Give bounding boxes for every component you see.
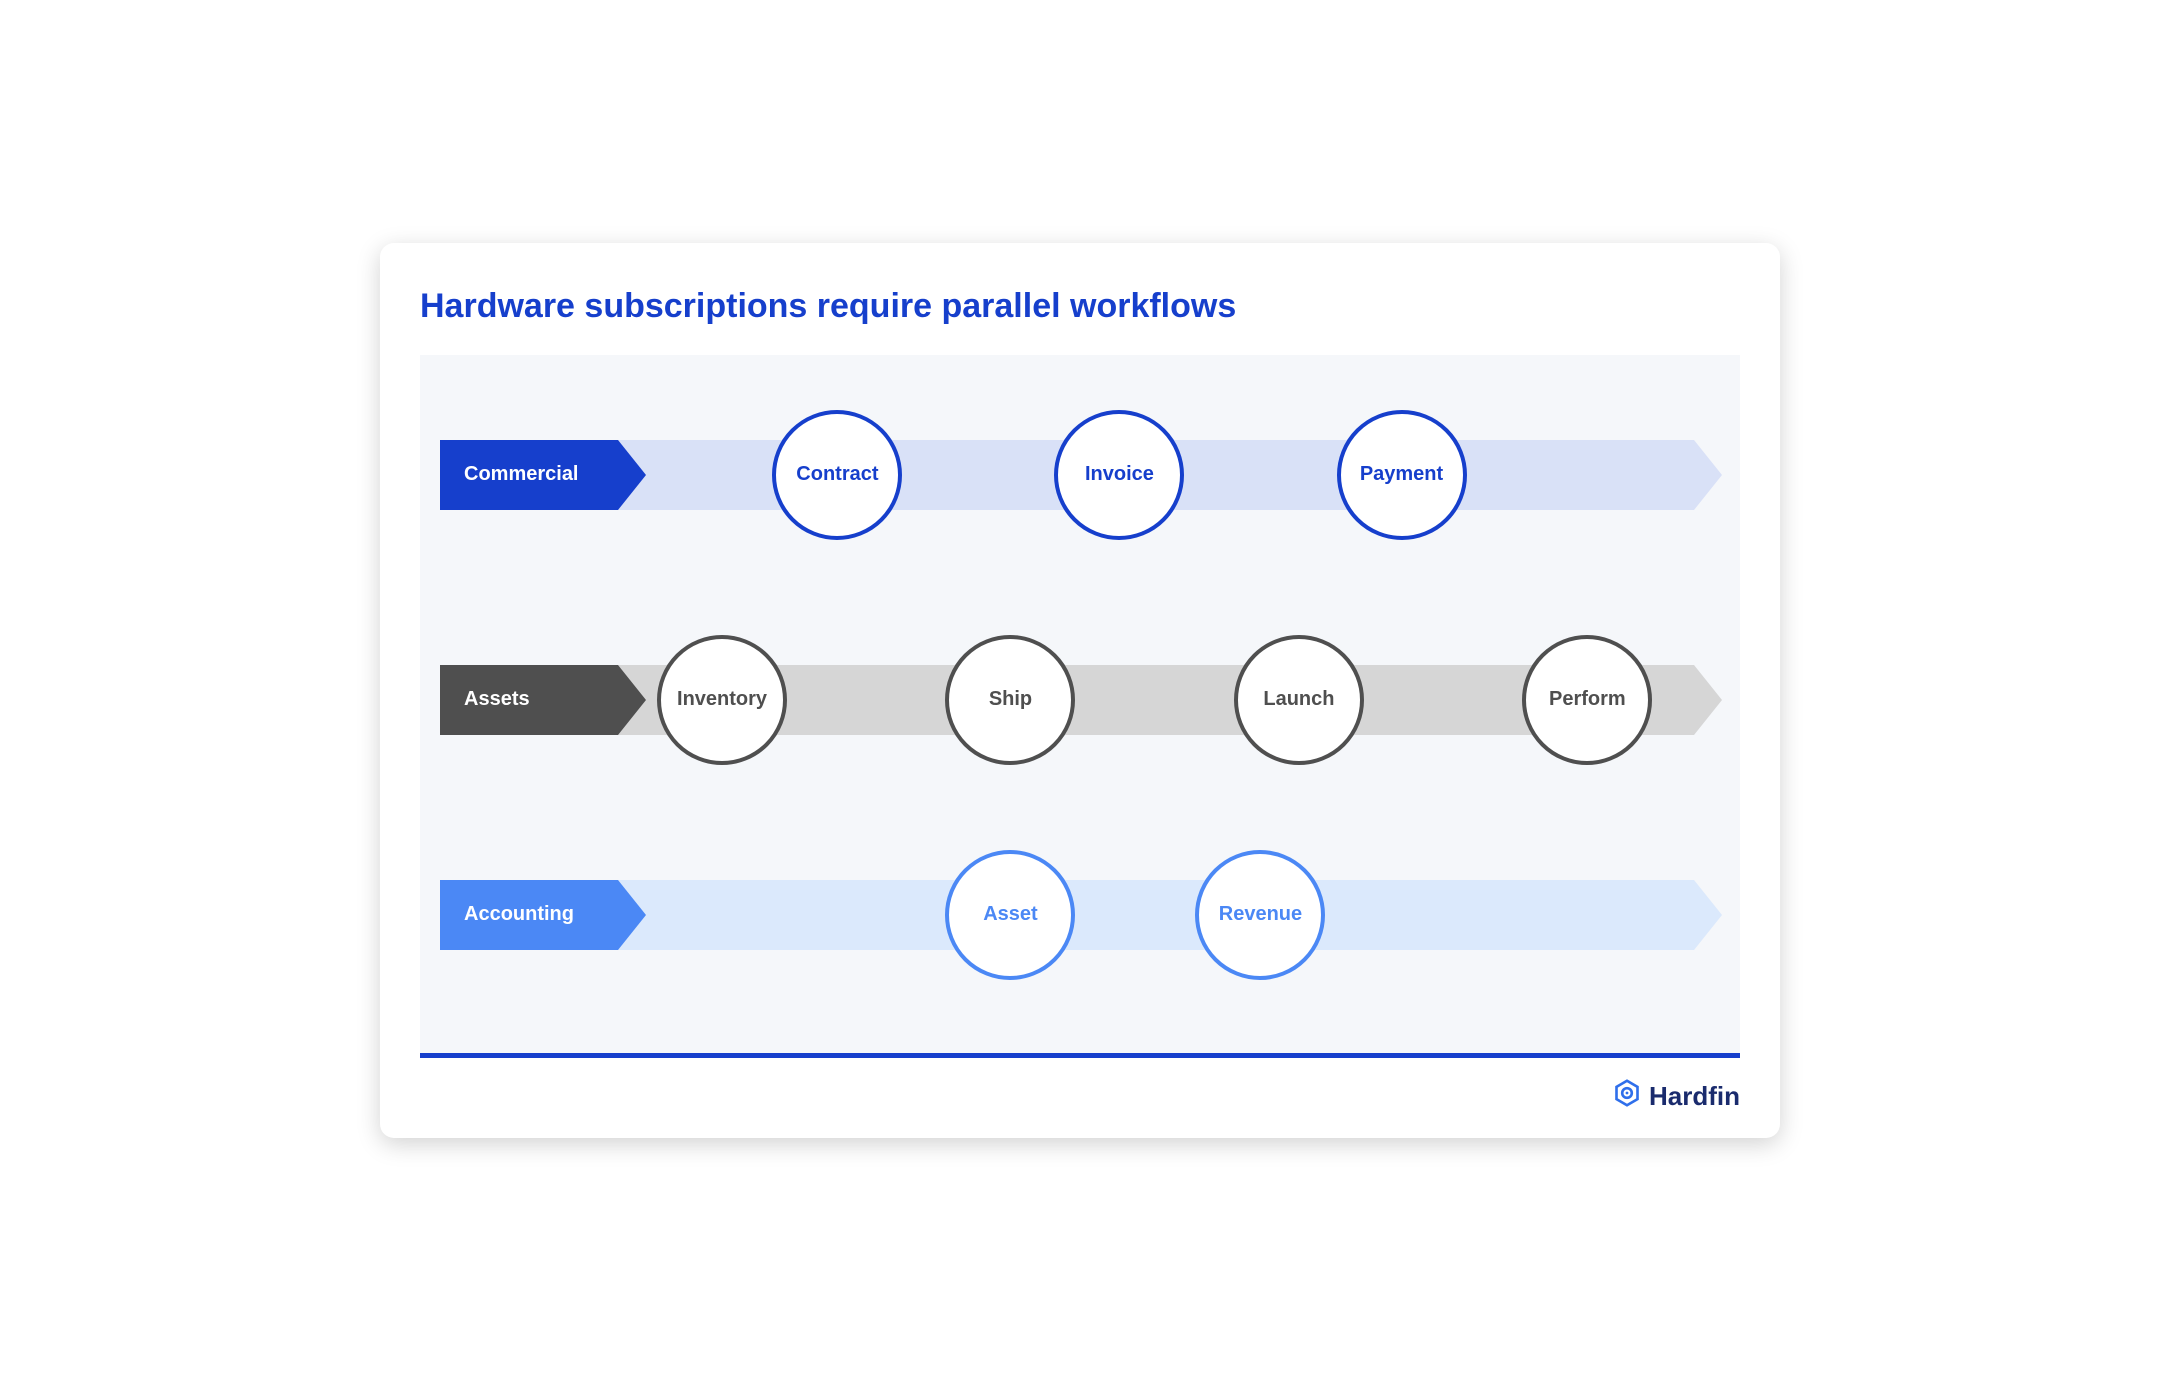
lane-accounting: Accounting Asset Revenue [440,880,1722,950]
lane-assets: Assets Inventory Ship Launch Perform [440,665,1722,735]
lane-label-text: Accounting [464,903,574,926]
diagram-panel: Commercial Contract Invoice Payment Asse… [420,355,1740,1058]
node-text: Asset [983,903,1037,926]
node-launch: Launch [1234,635,1364,765]
node-invoice: Invoice [1054,410,1184,540]
diagram-title: Hardware subscriptions require parallel … [420,287,1236,326]
node-payment: Payment [1337,410,1467,540]
lane-label-text: Assets [464,688,530,711]
node-text: Payment [1360,463,1443,486]
node-asset: Asset [945,850,1075,980]
lane-commercial: Commercial Contract Invoice Payment [440,440,1722,510]
node-text: Contract [796,463,878,486]
lane-label-commercial: Commercial [440,440,618,510]
brand-name: Hardfin [1649,1081,1740,1112]
node-revenue: Revenue [1195,850,1325,980]
node-text: Revenue [1219,903,1302,926]
diagram-card: Hardware subscriptions require parallel … [380,243,1780,1138]
hardfin-icon [1613,1079,1641,1114]
lane-label-accounting: Accounting [440,880,618,950]
node-text: Perform [1549,688,1626,711]
node-perform: Perform [1522,635,1652,765]
node-text: Inventory [677,688,767,711]
node-inventory: Inventory [657,635,787,765]
node-text: Invoice [1085,463,1154,486]
brand-logo: Hardfin [1613,1079,1740,1114]
node-ship: Ship [945,635,1075,765]
node-text: Ship [989,688,1032,711]
node-contract: Contract [772,410,902,540]
node-text: Launch [1263,688,1334,711]
lane-label-text: Commercial [464,463,579,486]
lane-label-assets: Assets [440,665,618,735]
